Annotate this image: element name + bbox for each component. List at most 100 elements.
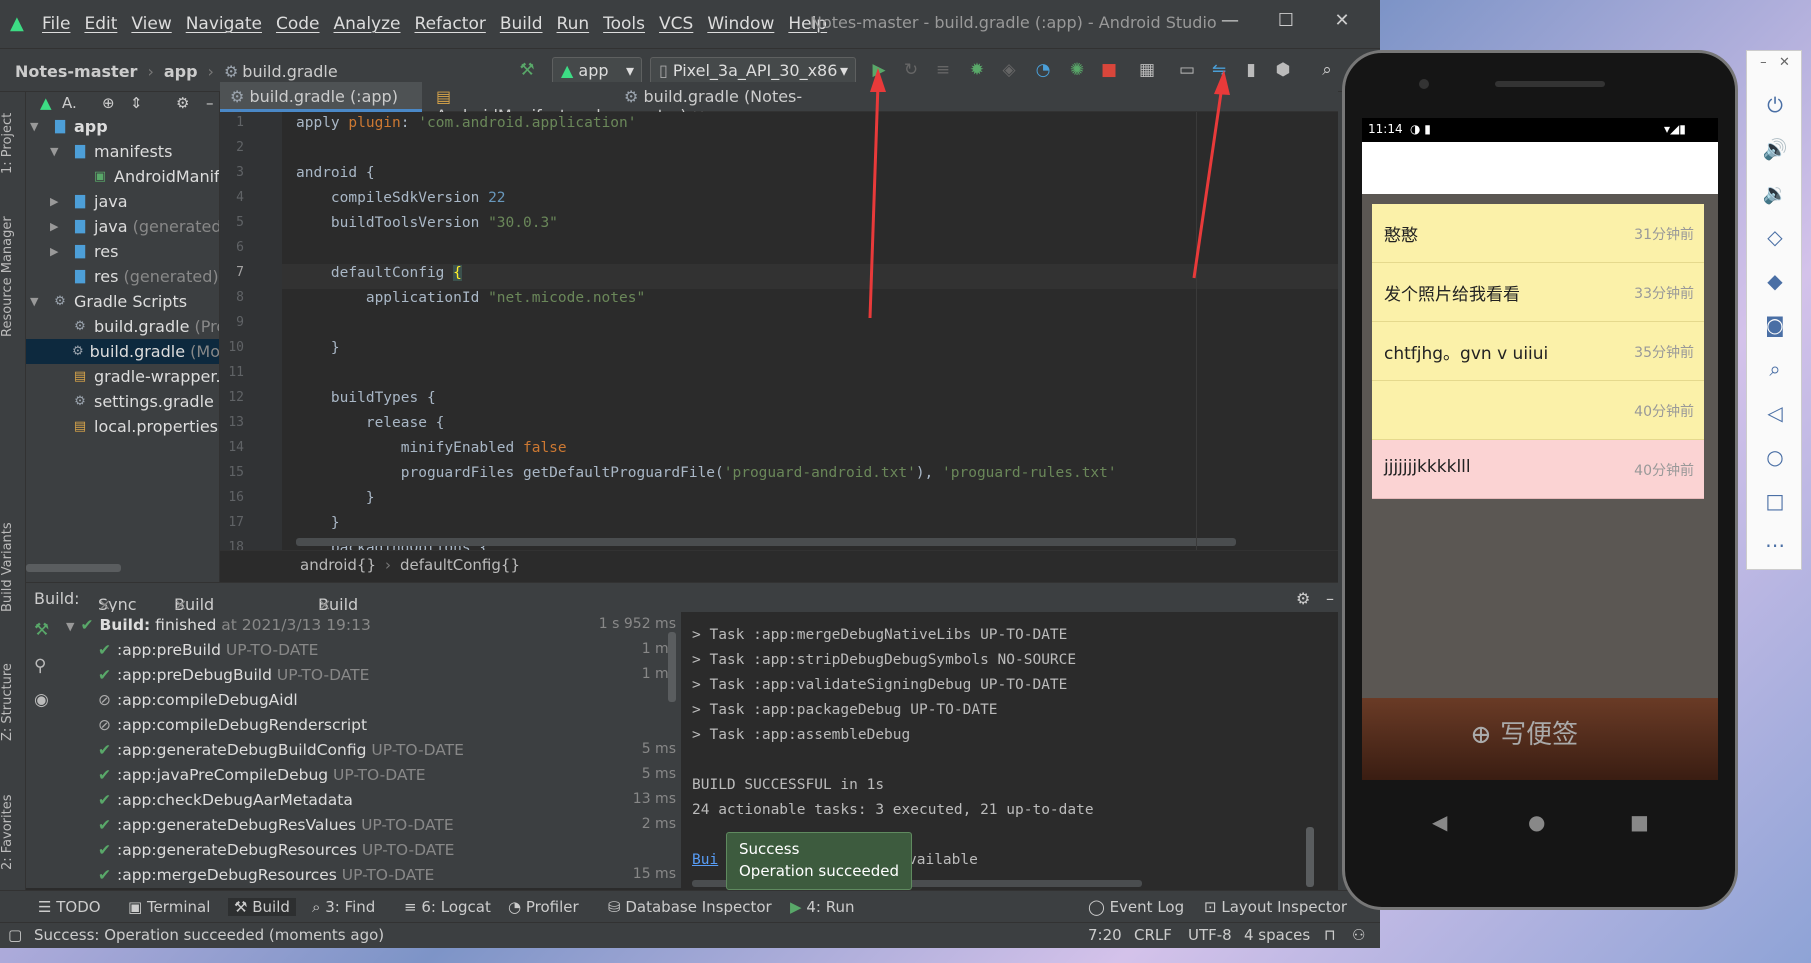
locate-icon[interactable]: ⊕ [102, 94, 115, 112]
menu-code[interactable]: Code [276, 14, 320, 34]
resource-manager-tab[interactable]: Resource Manager [0, 212, 26, 342]
menu-build[interactable]: Build [500, 14, 543, 34]
build-analyzer-link[interactable]: Bui [692, 852, 718, 868]
sdk-manager-icon[interactable]: ▮ [1240, 59, 1262, 81]
overview-icon[interactable]: □ [1747, 489, 1803, 513]
tab-android-manifest[interactable]: ▤ AndroidManifest.xml × [426, 82, 610, 144]
layout-inspector-tool[interactable]: ⊡ Layout Inspector [1204, 898, 1347, 916]
menu-window[interactable]: Window [707, 14, 774, 34]
find-tool[interactable]: ⌕ 3: Find [312, 898, 375, 916]
crumb-file[interactable]: build.gradle [242, 62, 337, 81]
code-editor[interactable]: 1 2 3 4 5 6 7 8 9 10 11 12 13 14 15 16 1… [220, 112, 1338, 550]
run-play-icon[interactable]: ▶ [868, 59, 890, 81]
menu-vcs[interactable]: VCS [659, 14, 693, 34]
home-icon[interactable]: ○ [1747, 445, 1803, 469]
build-variants-tab[interactable]: Build Variants [0, 512, 26, 622]
build-task-row[interactable]: ⊘:app:compileDebugRenderscript [98, 716, 676, 741]
success-toast[interactable]: Success Operation succeeded [726, 832, 912, 890]
run-config-select[interactable]: ▲ app ▾ [552, 57, 642, 85]
apply-code-changes-icon[interactable]: ≡ [932, 59, 954, 81]
power-icon[interactable]: ⏻ [1747, 93, 1803, 117]
search-icon[interactable]: ⌕ [1316, 59, 1338, 81]
indent-setting[interactable]: 4 spaces [1244, 926, 1310, 944]
tree-item-build-gradle-module[interactable]: ⚙ build.gradle (Mo [26, 339, 219, 364]
favorites-tab[interactable]: 2: Favorites [0, 782, 26, 882]
tree-item-app[interactable]: ▼ ▇ app [30, 114, 108, 139]
apply-changes-icon[interactable]: ↻ [900, 59, 922, 81]
project-structure-icon[interactable]: ▦ [1136, 59, 1158, 81]
screenshot-camera-icon[interactable]: ◙ [1747, 313, 1803, 337]
note-item[interactable]: 40分钟前 [1372, 381, 1704, 440]
gear-icon[interactable]: ⚙ [1296, 589, 1310, 608]
tree-item-manifests[interactable]: ▼ ▇ manifests [50, 139, 172, 164]
volume-down-icon[interactable]: 🔉 [1747, 181, 1803, 205]
crumb-defaultconfig[interactable]: defaultConfig{} [400, 556, 520, 574]
rotate-left-icon[interactable]: ◇ [1747, 225, 1803, 249]
console-scrollbar[interactable] [1306, 827, 1314, 887]
build-task-row[interactable]: ✔:app:generateDebugResValues UP-TO-DATE 2… [98, 816, 676, 841]
tree-item-java[interactable]: ▶ ▇ java [50, 189, 128, 214]
profile-icon[interactable]: ◔ [1032, 59, 1054, 81]
menu-view[interactable]: View [131, 14, 171, 34]
terminal-tool[interactable]: ▣ Terminal [128, 898, 210, 916]
tree-item-res[interactable]: ▶ ▇ res [50, 239, 118, 264]
build-task-row[interactable]: ✔:app:mergeDebugResources UP-TO-DATE 15 m… [98, 866, 676, 888]
note-item[interactable]: 憨憨 31分钟前 [1372, 204, 1704, 263]
crumb-project[interactable]: Notes-master [15, 62, 137, 81]
build-task-row[interactable]: ✔:app:preDebugBuild UP-TO-DATE 1 ms [98, 666, 676, 691]
sync-project-icon[interactable]: ▭ [1176, 59, 1198, 81]
recents-icon[interactable]: ■ [1630, 810, 1649, 834]
note-item[interactable]: jjjjjjjkkkklll 40分钟前 [1372, 440, 1704, 499]
menu-edit[interactable]: Edit [84, 14, 117, 34]
tab-build-gradle-app[interactable]: ⚙ build.gradle (:app) × [220, 82, 422, 125]
event-icon[interactable]: ⚇ [1352, 926, 1365, 944]
build-tree-scrollbar[interactable] [668, 632, 676, 702]
todo-tool[interactable]: ☰ TODO [38, 898, 101, 916]
note-item[interactable]: 发个照片给我看看 33分钟前 [1372, 263, 1704, 322]
tree-item-gradle-scripts[interactable]: ▼ ⚙ Gradle Scripts [30, 289, 187, 314]
menu-tools[interactable]: Tools [603, 14, 645, 34]
rotate-right-icon[interactable]: ◆ [1747, 269, 1803, 293]
collapse-all-icon[interactable]: ⇕ [130, 94, 143, 112]
tree-item-gradle-wrapper[interactable]: ▤ gradle-wrapper.p [70, 364, 219, 389]
tree-item-settings-gradle[interactable]: ⚙ settings.gradle (I [70, 389, 219, 414]
pin-icon[interactable]: ⚲ [34, 656, 46, 676]
sync-gradle-icon[interactable]: ⬢ [1272, 59, 1294, 81]
hide-icon[interactable]: – [1326, 589, 1334, 608]
note-item[interactable]: chtfjhg。gvn v uiiui 35分钟前 [1372, 322, 1704, 381]
menu-analyze[interactable]: Analyze [334, 14, 401, 34]
menu-refactor[interactable]: Refactor [415, 14, 486, 34]
hide-icon[interactable]: – [206, 94, 214, 112]
status-icon[interactable]: ▢ [8, 926, 22, 944]
build-task-row[interactable]: ✔:app:generateDebugResources UP-TO-DATE [98, 841, 676, 866]
structure-tab[interactable]: Z: Structure [0, 652, 26, 752]
build-task-row[interactable]: ✔:app:javaPreCompileDebug UP-TO-DATE 5 ms [98, 766, 676, 791]
logcat-tool[interactable]: ≡ 6: Logcat [404, 898, 491, 916]
crumb-module[interactable]: app [164, 62, 198, 81]
tree-item-androidmanifest[interactable]: ▣ AndroidManif [90, 164, 219, 189]
back-icon[interactable]: ◁ [1747, 401, 1803, 425]
profiler-tool[interactable]: ◔ Profiler [508, 898, 579, 916]
lock-icon[interactable]: ⊓ [1324, 926, 1336, 944]
debug-bug-icon[interactable]: ✹ [966, 59, 988, 81]
cursor-position[interactable]: 7:20 [1088, 926, 1122, 944]
menu-navigate[interactable]: Navigate [186, 14, 262, 34]
emulator-window-controls[interactable]: – ✕ [1747, 55, 1803, 70]
status-message[interactable]: Success: Operation succeeded (moments ag… [34, 926, 384, 944]
home-icon[interactable]: ● [1528, 810, 1545, 834]
database-inspector-tool[interactable]: ⛁ Database Inspector [608, 898, 772, 916]
event-log-tool[interactable]: ◯ Event Log [1088, 898, 1184, 916]
new-note-button[interactable]: ⊕ 写便签 [1470, 714, 1578, 751]
make-project-hammer-icon[interactable]: ⚒ [516, 59, 538, 81]
project-tool-tab[interactable]: 1: Project [0, 98, 26, 188]
crumb-android[interactable]: android{} [300, 556, 376, 574]
tree-item-res-generated[interactable]: ▇ res (generated) [70, 264, 219, 289]
zoom-icon[interactable]: ⌕ [1747, 357, 1803, 381]
minimize-button[interactable]: — [1202, 10, 1258, 31]
menu-run[interactable]: Run [557, 14, 590, 34]
build-task-row[interactable]: ✔:app:preBuild UP-TO-DATE 1 ms [98, 641, 676, 666]
tree-item-build-gradle-project[interactable]: ⚙ build.gradle (Pro [70, 314, 219, 339]
editor-horizontal-scrollbar[interactable] [296, 538, 1236, 546]
attach-process-icon[interactable]: ✺ [1066, 59, 1088, 81]
eye-icon[interactable]: ◉ [34, 690, 49, 710]
